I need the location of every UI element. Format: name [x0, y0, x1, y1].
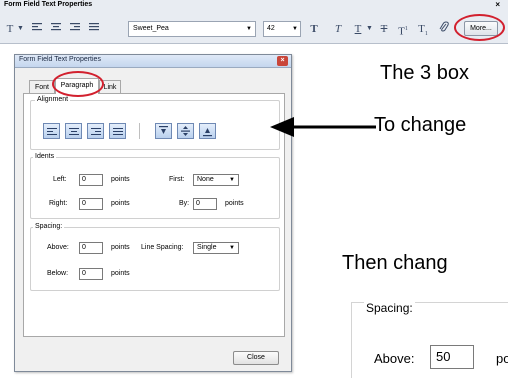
- align-right-icon[interactable]: [68, 21, 82, 37]
- toolbar-row: T ▼ Sweet_Pea ▼ 42 ▼ T T T ▼ T T1 T1 Mor…: [2, 20, 506, 38]
- below-unit: points: [111, 270, 130, 277]
- spacing-label: Spacing:: [33, 223, 65, 230]
- chevron-down-icon: ▼: [246, 26, 252, 32]
- chevron-down-icon: ▼: [292, 26, 298, 32]
- annotation-text-2: To change: [374, 114, 467, 136]
- inset-above-unit: po: [496, 351, 508, 366]
- subscript-icon[interactable]: T1: [416, 21, 430, 37]
- spacing-zoom-inset: Spacing: Above: 50 po: [351, 301, 508, 378]
- form-field-text-properties-dialog: Form Field Text Properties × Font Paragr…: [14, 54, 292, 372]
- bold-icon[interactable]: T: [308, 21, 320, 37]
- text-properties-toolbar: Form Field Text Properties × T ▼ Sweet_P…: [0, 0, 508, 44]
- first-indent-label: First:: [169, 176, 185, 183]
- text-style-icon[interactable]: T: [4, 21, 16, 37]
- toolbar-title: Form Field Text Properties: [4, 1, 93, 8]
- font-name-select[interactable]: Sweet_Pea ▼: [128, 21, 256, 37]
- left-indent-field[interactable]: 0: [79, 174, 103, 186]
- close-button[interactable]: Close: [233, 351, 279, 365]
- highlight-ring-paragraph: [52, 71, 104, 97]
- above-label: Above:: [47, 244, 69, 251]
- right-indent-field[interactable]: 0: [79, 198, 103, 210]
- strikethrough-icon[interactable]: T: [378, 21, 390, 37]
- annotation-text-3: Then chang: [342, 252, 448, 274]
- line-spacing-select[interactable]: Single ▼: [193, 242, 239, 254]
- right-indent-unit: points: [111, 200, 130, 207]
- alignment-group: Alignment: [30, 96, 280, 150]
- font-name-value: Sweet_Pea: [133, 25, 169, 32]
- annotation-text-1: The 3 box: [380, 62, 469, 84]
- toolbar-close-button[interactable]: ×: [495, 0, 500, 9]
- justify-button[interactable]: [109, 123, 126, 139]
- spacing-group: Spacing: Above: 0 points Line Spacing: S…: [30, 223, 280, 291]
- valign-middle-button[interactable]: [177, 123, 194, 139]
- align-left-icon[interactable]: [30, 21, 44, 37]
- line-spacing-value: Single: [197, 244, 217, 251]
- paragraph-tab-panel: Alignment Idents Left: 0 points Right: 0…: [23, 93, 285, 337]
- by-field[interactable]: 0: [193, 198, 217, 210]
- underline-icon[interactable]: T: [352, 21, 364, 37]
- align-right-button[interactable]: [87, 123, 104, 139]
- font-size-value: 42: [267, 25, 275, 32]
- italic-icon[interactable]: T: [332, 21, 344, 37]
- close-icon[interactable]: ×: [277, 56, 288, 66]
- right-indent-label: Right:: [49, 200, 68, 207]
- highlight-ring-more: [454, 14, 505, 41]
- chevron-down-icon[interactable]: ▼: [366, 25, 373, 32]
- chevron-down-icon[interactable]: ▼: [17, 25, 24, 32]
- chevron-down-icon: ▼: [229, 245, 235, 251]
- inset-above-field: 50: [430, 345, 474, 369]
- chevron-down-icon: ▼: [229, 177, 235, 183]
- below-field[interactable]: 0: [79, 268, 103, 280]
- idents-label: Idents: [33, 153, 57, 160]
- idents-group: Idents Left: 0 points Right: 0 points Fi…: [30, 153, 280, 219]
- arrow-left-icon: [270, 117, 376, 137]
- inset-above-label: Above:: [374, 351, 415, 366]
- align-center-button[interactable]: [65, 123, 82, 139]
- left-indent-label: Left:: [53, 176, 67, 183]
- superscript-icon[interactable]: T1: [396, 21, 410, 38]
- by-unit: points: [225, 200, 244, 207]
- paperclip-icon[interactable]: [438, 21, 450, 37]
- first-indent-value: None: [197, 176, 214, 183]
- align-center-icon[interactable]: [49, 21, 63, 37]
- above-unit: points: [111, 244, 130, 251]
- align-left-button[interactable]: [43, 123, 60, 139]
- below-label: Below:: [47, 270, 69, 277]
- dialog-titlebar: Form Field Text Properties ×: [15, 55, 291, 68]
- inset-spacing-label: Spacing:: [364, 301, 415, 315]
- alignment-label: Alignment: [35, 96, 71, 103]
- dialog-title: Form Field Text Properties: [19, 56, 101, 63]
- valign-top-button[interactable]: [155, 123, 172, 139]
- line-spacing-label: Line Spacing:: [141, 244, 184, 251]
- justify-icon[interactable]: [87, 21, 101, 37]
- first-indent-select[interactable]: None ▼: [193, 174, 239, 186]
- left-indent-unit: points: [111, 176, 130, 183]
- by-label: By:: [179, 200, 190, 207]
- alignment-separator: [139, 123, 140, 139]
- above-field[interactable]: 0: [79, 242, 103, 254]
- font-size-select[interactable]: 42 ▼: [263, 21, 301, 37]
- valign-bottom-button[interactable]: [199, 123, 216, 139]
